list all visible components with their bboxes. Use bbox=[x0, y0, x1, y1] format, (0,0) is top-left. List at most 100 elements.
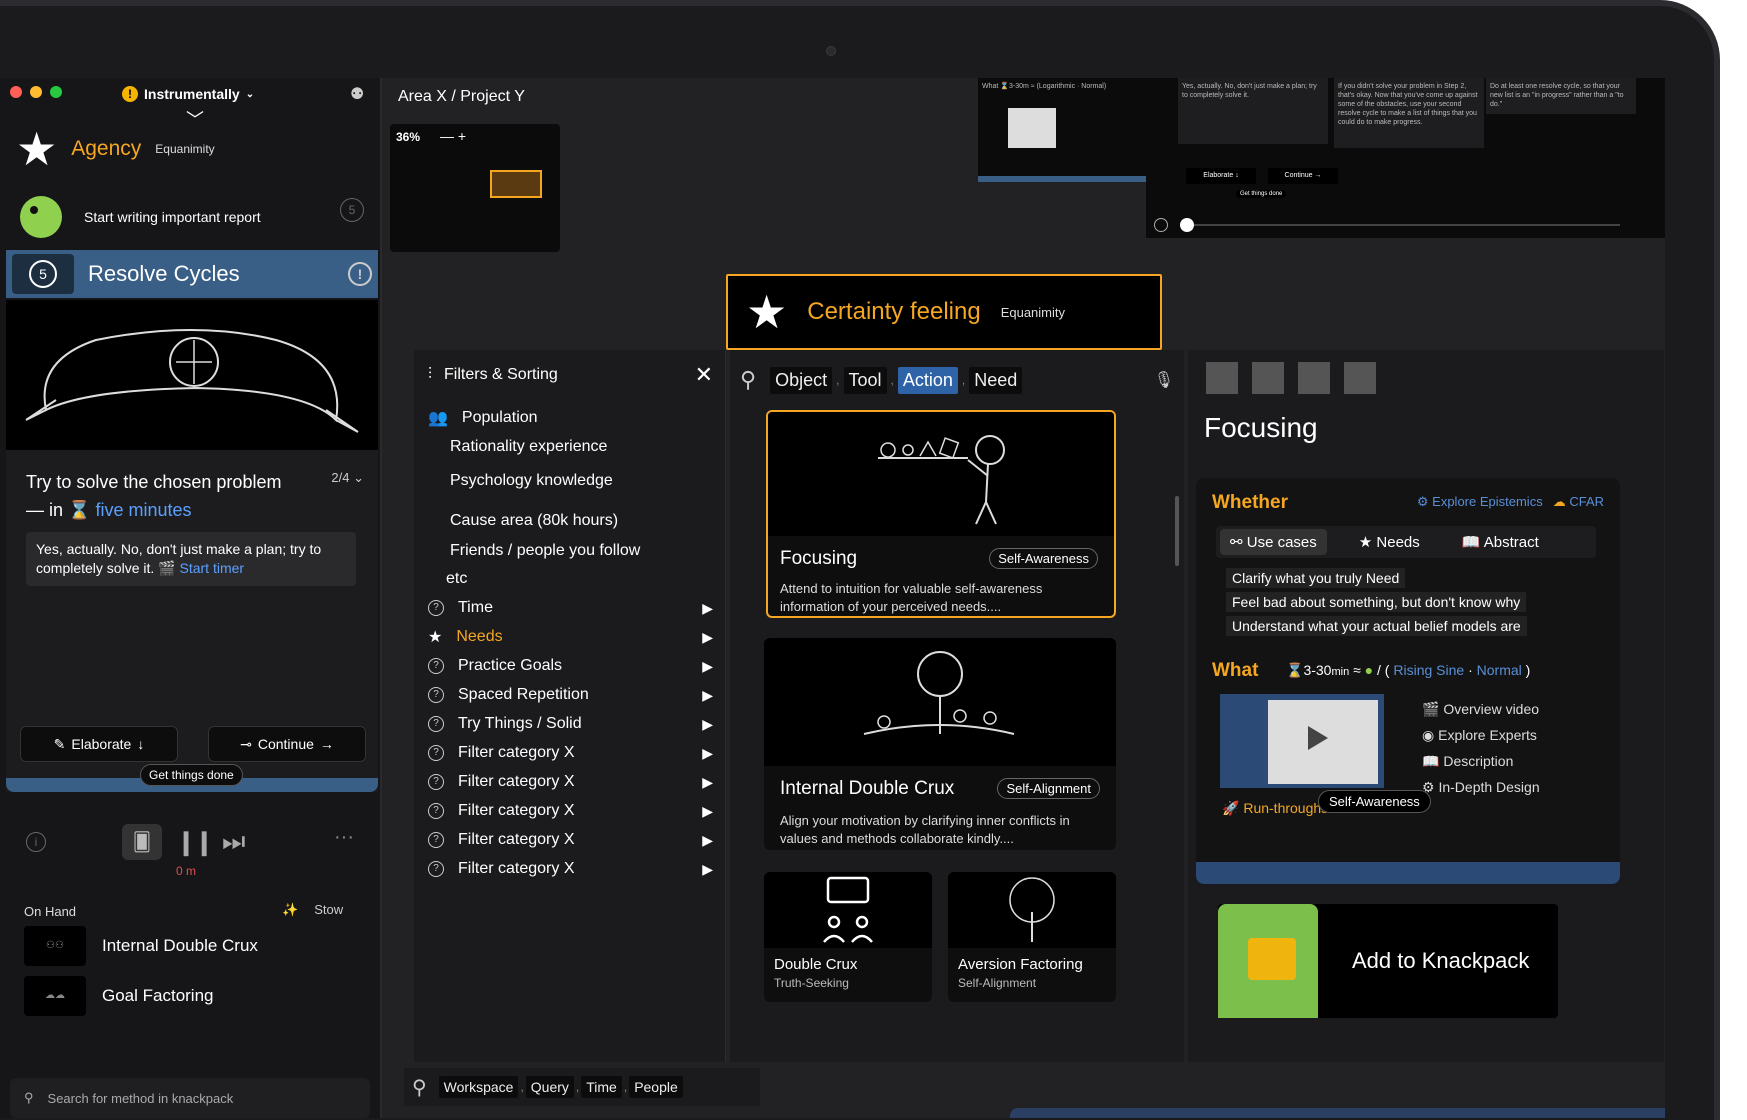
filter-needs[interactable]: ★ Needs ▶ bbox=[428, 625, 713, 649]
progress-handle[interactable] bbox=[1180, 218, 1194, 232]
idc-illustration bbox=[764, 638, 1116, 766]
population-option[interactable]: Psychology knowledge bbox=[450, 472, 613, 490]
canvas-node-thumbnail[interactable]: What ⌛3-30m ≈ (Logarithmic · Normal) bbox=[978, 78, 1146, 182]
start-timer-link[interactable]: Start timer bbox=[180, 560, 245, 576]
resource-in-depth-design[interactable]: ⚙ In-Depth Design bbox=[1422, 774, 1540, 800]
player-controls: i 🂠 ❙❙ ⏭ ··· 0 m bbox=[0, 818, 382, 878]
continue-button[interactable]: ⊸ Continue → bbox=[208, 726, 366, 762]
result-card-aversion-factoring[interactable]: Aversion Factoring Self-Alignment bbox=[948, 872, 1116, 1002]
certainty-feeling-node[interactable]: ★ Certainty feeling Equanimity bbox=[726, 274, 1162, 350]
detail-card-footer bbox=[1196, 862, 1620, 884]
resolve-cycles-header[interactable]: 5 Resolve Cycles ! bbox=[6, 250, 378, 298]
filter-category[interactable]: ? Filter category X ▶ bbox=[428, 770, 713, 794]
population-option[interactable]: Rationality experience bbox=[450, 438, 607, 456]
tree-icon bbox=[948, 872, 1116, 948]
canvas-node-thumbnail[interactable]: Yes, actually. No, don't just make a pla… bbox=[1146, 78, 1665, 238]
expand-arrow-icon: ▶ bbox=[702, 860, 713, 877]
help-icon: ? bbox=[428, 716, 444, 732]
normal-link[interactable]: Normal bbox=[1477, 662, 1522, 678]
result-card-focusing[interactable]: Focusing Self-Awareness Attend to intuit… bbox=[766, 410, 1116, 618]
filter-spaced-repetition[interactable]: ? Spaced Repetition ▶ bbox=[428, 683, 713, 707]
on-hand-item[interactable]: ⚇⚇ Internal Double Crux bbox=[24, 924, 364, 968]
maximize-window-button[interactable] bbox=[50, 86, 62, 98]
population-option[interactable]: Friends / people you follow bbox=[450, 542, 640, 560]
pause-button[interactable]: ❙❙ bbox=[176, 828, 214, 857]
tab-use-cases[interactable]: ⚯ Use cases bbox=[1220, 529, 1327, 555]
chip-query[interactable]: Query bbox=[525, 1076, 574, 1098]
microphone-icon[interactable]: 🎙 bbox=[1154, 370, 1174, 390]
resource-explore-experts[interactable]: ◉ Explore Experts bbox=[1422, 722, 1540, 748]
filter-category[interactable]: ? Filter category X ▶ bbox=[428, 799, 713, 823]
filter-time[interactable]: ? Time ▶ bbox=[428, 596, 713, 620]
skip-next-button[interactable]: ⏭ bbox=[222, 826, 245, 858]
chip-object[interactable]: Object bbox=[770, 366, 833, 394]
hourglass-icon: ⌛ bbox=[1286, 662, 1304, 678]
info-icon[interactable]: i bbox=[26, 832, 46, 852]
filter-population[interactable]: 👥 Population bbox=[428, 406, 713, 430]
chip-tool[interactable]: Tool bbox=[843, 366, 887, 394]
expand-arrow-icon: ▶ bbox=[702, 628, 713, 645]
progress-track[interactable] bbox=[1182, 224, 1620, 226]
minimize-window-button[interactable] bbox=[30, 86, 42, 98]
detail-panel: Focusing Whether ⚙ Explore Epistemics ☁ … bbox=[1188, 350, 1664, 1062]
result-card-double-crux[interactable]: Double Crux Truth-Seeking bbox=[764, 872, 932, 1002]
toolbar-square[interactable] bbox=[1298, 362, 1330, 394]
help-icon: ? bbox=[428, 687, 444, 703]
on-hand-item[interactable]: ☁☁ Goal Factoring bbox=[24, 974, 364, 1018]
overview-video-thumbnail[interactable] bbox=[1220, 694, 1384, 788]
filter-category[interactable]: ? Filter category X ▶ bbox=[428, 741, 713, 765]
population-option[interactable]: Cause area (80k hours) bbox=[450, 512, 618, 530]
filter-try-things[interactable]: ? Try Things / Solid ▶ bbox=[428, 712, 713, 736]
close-icon[interactable]: ✕ bbox=[695, 362, 713, 388]
chip-action[interactable]: Action bbox=[897, 366, 958, 394]
next-task-row[interactable]: Start writing important report bbox=[20, 196, 370, 238]
population-option[interactable]: etc bbox=[446, 570, 467, 588]
tab-needs[interactable]: ★ Needs bbox=[1349, 529, 1430, 555]
breadcrumb[interactable]: Area X / Project Y bbox=[398, 88, 525, 106]
resource-overview-video[interactable]: 🎬 Overview video bbox=[1422, 696, 1540, 722]
filter-category[interactable]: ? Filter category X ▶ bbox=[428, 828, 713, 852]
explore-epistemics-link[interactable]: ⚙ Explore Epistemics bbox=[1417, 494, 1543, 510]
resource-description[interactable]: 📖 Description bbox=[1422, 748, 1540, 774]
filter-practice-goals[interactable]: ? Practice Goals ▶ bbox=[428, 654, 713, 678]
chip-workspace[interactable]: Workspace bbox=[438, 1076, 519, 1098]
book-icon: 📖 bbox=[1422, 753, 1440, 769]
alert-icon[interactable]: ! bbox=[348, 262, 372, 286]
filter-category[interactable]: ? Filter category X ▶ bbox=[428, 857, 713, 881]
use-case-item: Understand what your actual belief model… bbox=[1226, 616, 1527, 636]
minimap-viewport[interactable] bbox=[490, 170, 542, 198]
use-case-item: Clarify what you truly Need bbox=[1226, 568, 1406, 588]
knackpack-search-input[interactable]: Search for method in knackpack bbox=[48, 1091, 234, 1106]
task-note: Yes, actually. No, don't just make a pla… bbox=[26, 532, 356, 586]
what-heading: What bbox=[1212, 660, 1259, 681]
minimap[interactable]: 36% — + bbox=[390, 124, 560, 252]
tab-abstract[interactable]: 📖 Abstract bbox=[1452, 529, 1549, 555]
step-progress[interactable]: 2/4 ⌄ bbox=[331, 470, 364, 486]
expand-arrow-icon: ▶ bbox=[702, 802, 713, 819]
cards-icon[interactable]: 🂠 bbox=[122, 824, 162, 860]
window-controls bbox=[10, 86, 62, 98]
elaborate-button[interactable]: ✎ Elaborate ↓ bbox=[20, 726, 178, 762]
toolbar-square[interactable] bbox=[1206, 362, 1238, 394]
stow-button[interactable]: ✨ Stow bbox=[282, 902, 343, 918]
cfar-link[interactable]: ☁ CFAR bbox=[1553, 494, 1604, 510]
toolbar-square[interactable] bbox=[1344, 362, 1376, 394]
add-to-knackpack-button[interactable]: Add to Knackpack bbox=[1218, 904, 1558, 1018]
profile-switch-icon[interactable]: ⚉ bbox=[350, 84, 372, 106]
knackpack-search[interactable]: ⚲ Search for method in knackpack bbox=[10, 1078, 370, 1118]
result-card-idc[interactable]: Internal Double Crux Self-Alignment Alig… bbox=[764, 638, 1116, 850]
results-scrollbar[interactable] bbox=[1175, 496, 1179, 566]
close-window-button[interactable] bbox=[10, 86, 22, 98]
chip-time[interactable]: Time bbox=[581, 1076, 622, 1098]
duration-link[interactable]: five minutes bbox=[95, 500, 191, 520]
workspace-selector[interactable]: ! Instrumentally ⌄ bbox=[122, 86, 254, 102]
star-flag-icon: ★ bbox=[746, 286, 788, 338]
zoom-controls[interactable]: — + bbox=[440, 128, 466, 144]
chip-people[interactable]: People bbox=[629, 1076, 683, 1098]
chip-need[interactable]: Need bbox=[969, 366, 1023, 394]
double-crux-icon bbox=[764, 872, 932, 948]
rising-sine-link[interactable]: Rising Sine bbox=[1393, 662, 1464, 678]
toolbar-square[interactable] bbox=[1252, 362, 1284, 394]
more-options-icon[interactable]: ··· bbox=[334, 826, 354, 849]
node-title: Certainty feeling bbox=[807, 298, 981, 325]
